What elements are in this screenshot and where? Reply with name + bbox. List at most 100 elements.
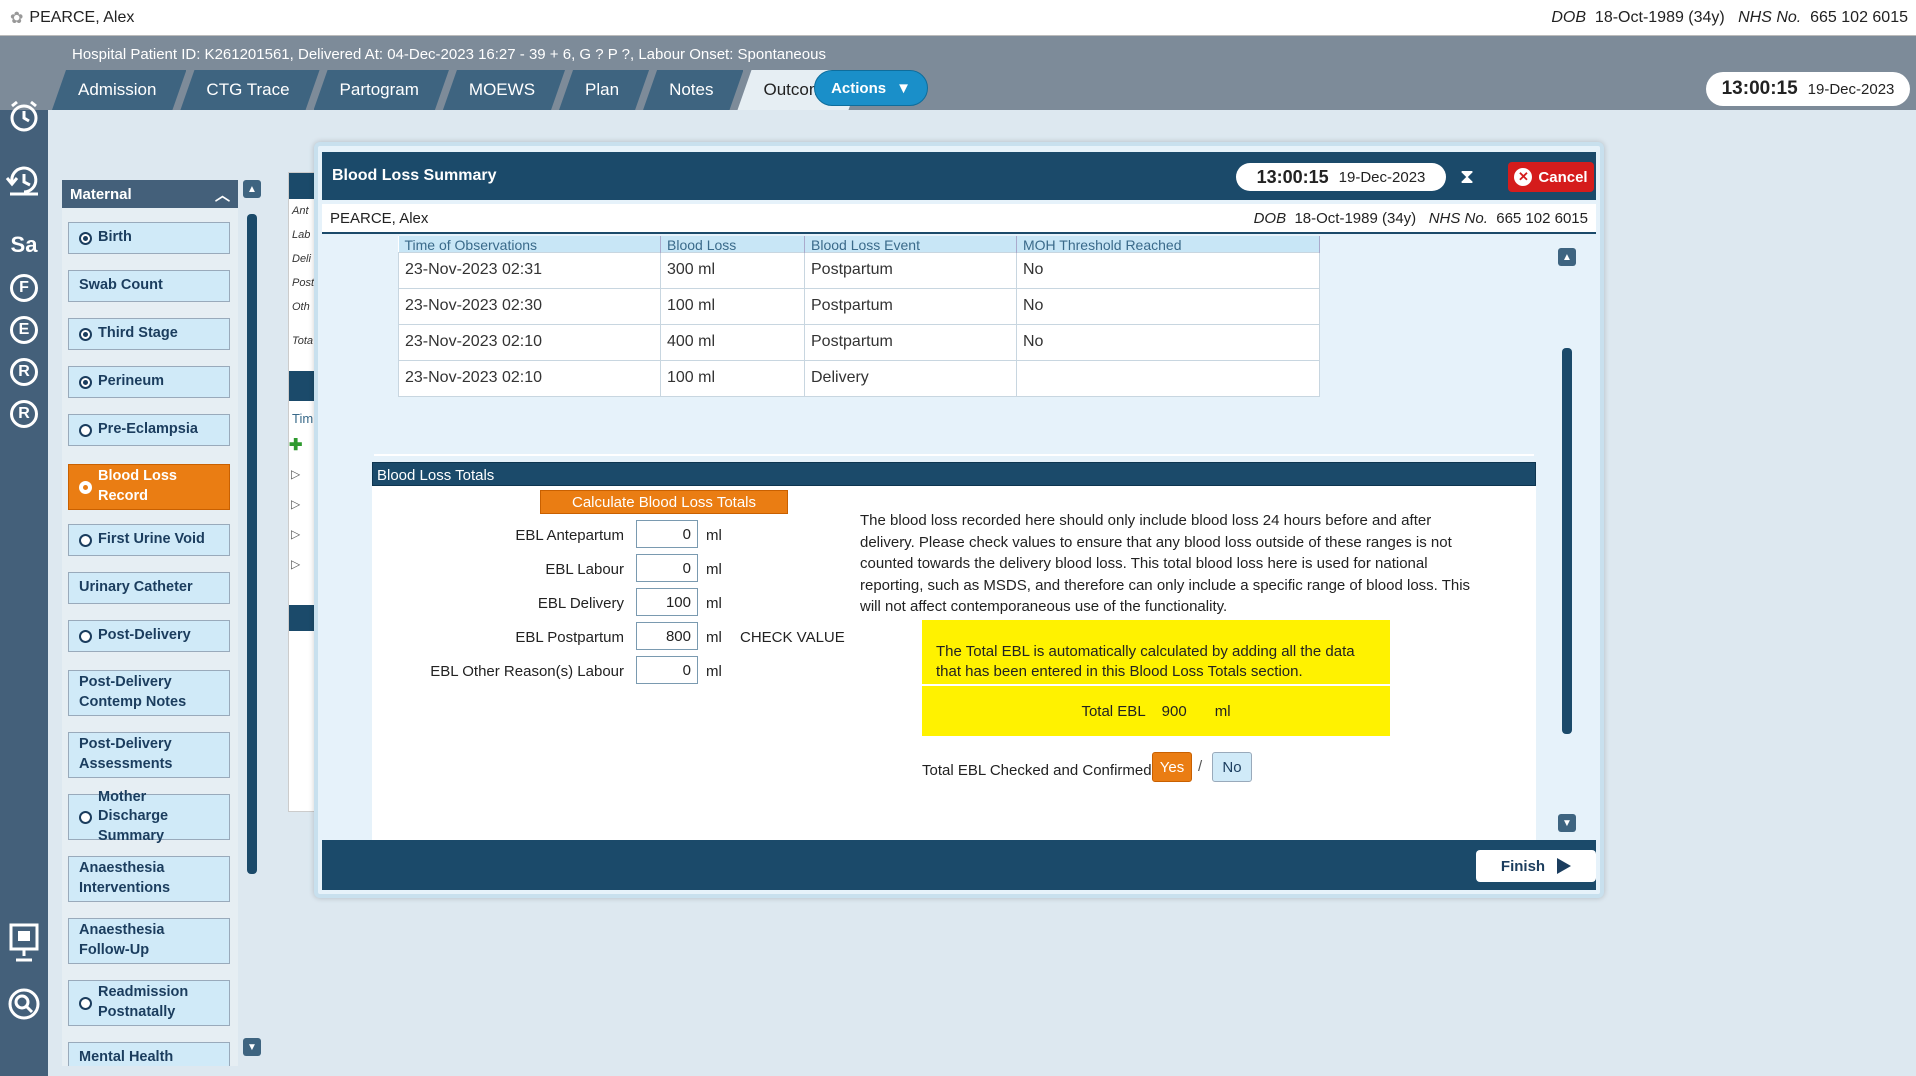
scroll-thumb[interactable] xyxy=(1562,348,1572,734)
maternal-item-label: Pre-Eclampsia xyxy=(98,421,198,438)
tab-moews[interactable]: MOEWS xyxy=(443,70,565,110)
nhs-label: NHS No. xyxy=(1428,210,1488,227)
cancel-button[interactable]: ✕ Cancel xyxy=(1508,162,1594,192)
rail-sa[interactable]: Sa xyxy=(0,232,48,258)
rail-r2[interactable]: R xyxy=(10,400,38,428)
scroll-thumb[interactable] xyxy=(247,214,257,874)
alarm-clock-icon[interactable] xyxy=(6,98,42,134)
chevron-up-icon[interactable]: ︿ xyxy=(215,184,230,205)
ebl-postpartum-input[interactable]: 800 xyxy=(636,622,698,650)
unit-label: ml xyxy=(706,629,722,646)
maternal-item-blood-loss-record[interactable]: Blood Loss Record xyxy=(68,464,230,510)
confirm-no-button[interactable]: No xyxy=(1212,752,1252,782)
maternal-item-swab-count[interactable]: Swab Count xyxy=(68,270,230,302)
history-clock-icon[interactable] xyxy=(4,162,44,196)
expand-icon[interactable]: ▷ xyxy=(291,527,300,541)
rail-r1[interactable]: R xyxy=(10,358,38,386)
expand-icon[interactable]: ▷ xyxy=(291,497,300,511)
maternal-item-birth[interactable]: Birth xyxy=(68,222,230,254)
scroll-down-icon[interactable]: ▼ xyxy=(243,1038,261,1056)
scroll-down-icon[interactable]: ▼ xyxy=(1558,814,1576,832)
background-label: Tim xyxy=(292,411,314,426)
background-label: Oth xyxy=(292,301,310,313)
scroll-up-icon[interactable]: ▲ xyxy=(243,180,261,198)
table-cell: No xyxy=(1016,287,1320,325)
ebl-other-row: EBL Other Reason(s) Labour 0 ml xyxy=(372,656,892,686)
maternal-item-mental-health[interactable]: Mental Health xyxy=(68,1042,230,1066)
table-row[interactable]: 23-Nov-2023 02:10 100 ml Delivery xyxy=(398,359,1320,397)
maternal-item-mother-discharge-summary[interactable]: Mother Discharge Summary xyxy=(68,789,230,844)
maternal-item-post-delivery[interactable]: Post-Delivery xyxy=(68,620,230,652)
ebl-antepartum-input[interactable]: 0 xyxy=(636,520,698,548)
expand-icon[interactable]: ▷ xyxy=(291,557,300,571)
left-rail: Sa F E R R xyxy=(0,100,48,1076)
maternal-item-anaesthesia-interventions[interactable]: Anaesthesia Interventions xyxy=(68,856,230,902)
table-row[interactable]: 23-Nov-2023 02:31 300 ml Postpartum No xyxy=(398,251,1320,289)
observations-section: Time of Observations Blood Loss Blood Lo… xyxy=(388,236,1328,416)
radio-icon xyxy=(79,629,92,643)
maternal-item-first-urine-void[interactable]: First Urine Void xyxy=(68,524,230,556)
column-header[interactable]: Time of Observations xyxy=(398,236,661,252)
add-icon[interactable]: ✚ xyxy=(289,435,302,455)
check-value-warning: CHECK VALUE xyxy=(740,629,845,646)
dialog-scrollbar[interactable]: ▲ ▼ xyxy=(1558,248,1576,838)
finish-button[interactable]: Finish xyxy=(1476,850,1596,882)
maternal-item-post-delivery-contemp-notes[interactable]: Post-Delivery Contemp Notes xyxy=(68,670,230,716)
maternal-item-readmission-postnatally[interactable]: Readmission Postnatally xyxy=(68,980,230,1026)
maternal-item-post-delivery-assessments[interactable]: Post-Delivery Assessments xyxy=(68,732,230,778)
maternal-item-perineum[interactable]: Perineum xyxy=(68,366,230,398)
radio-icon xyxy=(79,810,92,824)
tab-plan[interactable]: Plan xyxy=(559,70,649,110)
hourglass-icon[interactable]: ⧗ xyxy=(1460,166,1474,189)
presentation-icon[interactable] xyxy=(8,922,40,962)
blood-loss-summary-dialog: Blood Loss Summary 13:00:15 19-Dec-2023 … xyxy=(314,142,1604,898)
maternal-item-label: Urinary Catheter xyxy=(79,579,193,596)
background-label: Tota xyxy=(292,335,314,347)
expand-icon[interactable]: ▷ xyxy=(291,467,300,481)
maternal-item-pre-eclampsia[interactable]: Pre-Eclampsia xyxy=(68,414,230,446)
dialog-footer: Finish xyxy=(322,840,1596,890)
maternal-item-label: Post-Delivery xyxy=(98,627,191,644)
table-cell: Postpartum xyxy=(804,323,1017,361)
maternal-scrollbar[interactable]: ▲ ▼ xyxy=(243,180,261,1056)
column-header[interactable]: Blood Loss Event xyxy=(804,236,1017,252)
table-cell: 23-Nov-2023 02:10 xyxy=(398,323,661,361)
ebl-labour-input[interactable]: 0 xyxy=(636,554,698,582)
tab-admission[interactable]: Admission xyxy=(52,70,186,110)
maternal-panel: Maternal ︿ Birth Swab Count Third Stage … xyxy=(62,180,238,1066)
main-tabs: Admission CTG Trace Partogram MOEWS Plan… xyxy=(52,70,856,110)
maternal-header[interactable]: Maternal ︿ xyxy=(62,180,238,208)
table-row[interactable]: 23-Nov-2023 02:10 400 ml Postpartum No xyxy=(398,323,1320,361)
confirm-yes-button[interactable]: Yes xyxy=(1152,752,1192,782)
maternal-item-anaesthesia-follow-up[interactable]: Anaesthesia Follow-Up xyxy=(68,918,230,964)
maternal-title: Maternal xyxy=(70,185,132,203)
patient-banner: ✿ PEARCE, Alex DOB 18-Oct-1989 (34y) NHS… xyxy=(0,0,1916,36)
field-label: EBL Other Reason(s) Labour xyxy=(430,663,624,680)
maternal-item-third-stage[interactable]: Third Stage xyxy=(68,318,230,350)
total-ebl-unit: ml xyxy=(1214,702,1231,720)
tab-ctg-trace[interactable]: CTG Trace xyxy=(180,70,319,110)
tab-notes[interactable]: Notes xyxy=(643,70,743,110)
maternal-item-label: Readmission Postnatally xyxy=(98,984,189,1020)
table-row[interactable]: 23-Nov-2023 02:30 100 ml Postpartum No xyxy=(398,287,1320,325)
column-header[interactable]: Blood Loss xyxy=(660,236,805,252)
search-icon[interactable] xyxy=(6,986,42,1022)
dialog-clock[interactable]: 13:00:15 19-Dec-2023 xyxy=(1236,163,1446,191)
tab-partogram[interactable]: Partogram xyxy=(314,70,449,110)
ebl-delivery-input[interactable]: 100 xyxy=(636,588,698,616)
radio-icon xyxy=(79,533,92,547)
rail-e[interactable]: E xyxy=(10,316,38,344)
maternal-item-urinary-catheter[interactable]: Urinary Catheter xyxy=(68,572,230,604)
calculate-totals-button[interactable]: Calculate Blood Loss Totals xyxy=(540,490,788,514)
maternal-item-label: Post-Delivery Contemp Notes xyxy=(79,674,187,710)
actions-button[interactable]: Actions ▼ xyxy=(814,70,928,106)
unit-label: ml xyxy=(706,561,722,578)
rail-f[interactable]: F xyxy=(10,274,38,302)
ebl-other-input[interactable]: 0 xyxy=(636,656,698,684)
column-header[interactable]: MOH Threshold Reached xyxy=(1016,236,1320,252)
radio-icon xyxy=(79,231,92,245)
star-icon[interactable]: ✿ xyxy=(10,8,23,28)
radio-icon xyxy=(79,480,92,494)
scroll-up-icon[interactable]: ▲ xyxy=(1558,248,1576,266)
table-cell: 23-Nov-2023 02:31 xyxy=(398,251,661,289)
